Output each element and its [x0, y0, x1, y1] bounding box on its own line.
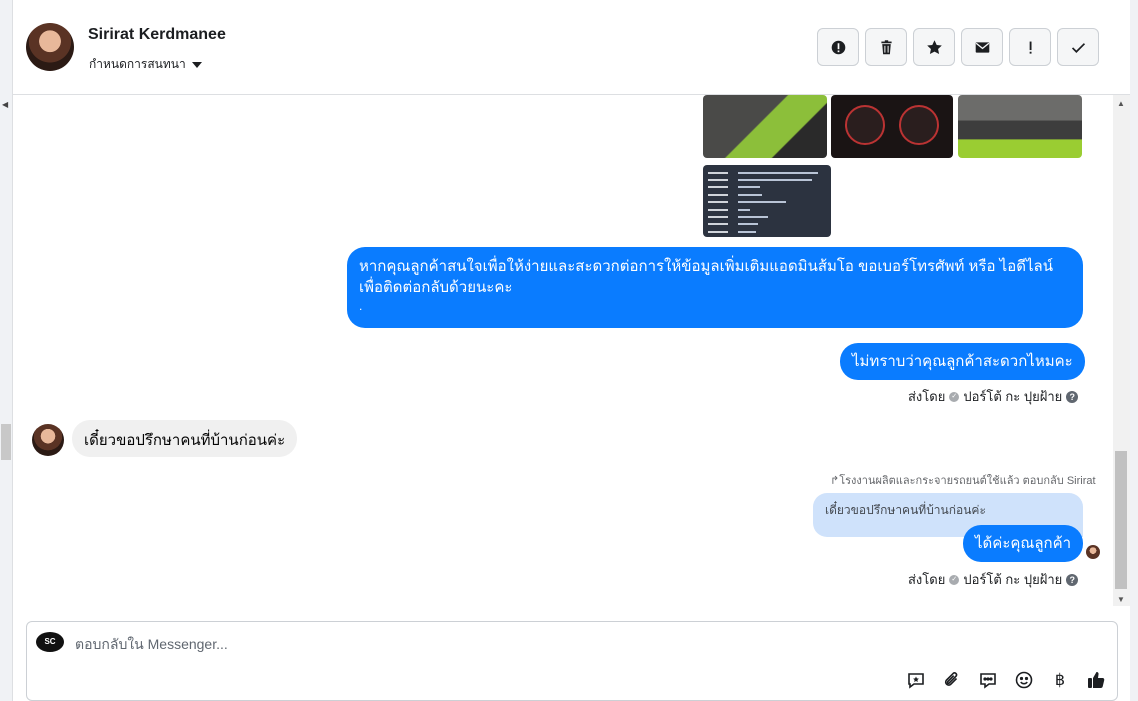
mark-done-button[interactable]: [1057, 28, 1099, 66]
left-scroll-thumb[interactable]: [1, 424, 11, 460]
scroll-left-arrow-icon[interactable]: ◀: [2, 100, 8, 109]
right-edge: [1130, 0, 1138, 701]
scroll-up-arrow-icon[interactable]: ▲: [1117, 99, 1125, 108]
assign-label: กำหนดการสนทนา: [89, 57, 186, 71]
delete-button[interactable]: [865, 28, 907, 66]
sent-check-icon: ✓: [949, 391, 960, 402]
envelope-icon: [975, 41, 989, 53]
engine-photo[interactable]: [958, 95, 1082, 158]
gauge-left: [845, 105, 885, 145]
message-composer: SC ฿: [26, 621, 1118, 701]
page-logo: SC: [36, 632, 64, 652]
report-spam-button[interactable]: [817, 28, 859, 66]
message-text: .: [359, 299, 363, 313]
attach-button[interactable]: [941, 669, 963, 691]
reply-note: ↱โรงงานผลิตและกระจายรถยนต์ใช้แล้ว ตอบกลั…: [830, 475, 1096, 487]
incoming-message[interactable]: เดี๋ยวขอปรึกษาคนที่บ้านก่อนค่ะ: [72, 420, 298, 457]
star-icon: [926, 39, 942, 54]
saved-reply-icon: [908, 673, 924, 689]
sender-name: ปอร์โต้ กะ ปุยฝ้าย: [963, 389, 1063, 404]
reply-input[interactable]: [75, 633, 975, 655]
dashboard-photo[interactable]: [831, 95, 953, 158]
spec-sheet-photo[interactable]: [703, 165, 831, 237]
sent-by-status: ส่งโดย ✓ ปอร์โต้ กะ ปุยฝ้าย ?: [908, 386, 1079, 407]
help-icon[interactable]: ?: [1066, 390, 1079, 403]
outgoing-message[interactable]: ได้ค่ะคุณลูกค้า: [963, 525, 1084, 562]
payment-button[interactable]: ฿: [1049, 669, 1071, 691]
checkmark-icon: [1071, 42, 1085, 53]
contact-name[interactable]: Sirirat Kerdmanee: [88, 26, 226, 44]
exclamation-icon: [1029, 41, 1032, 54]
scroll-down-arrow-icon[interactable]: ▼: [1117, 595, 1125, 604]
sent-by-status: ส่งโดย ✓ ปอร์โต้ กะ ปุยฝ้าย ?: [908, 569, 1079, 590]
thread-scroll-thumb[interactable]: [1115, 451, 1127, 589]
sent-check-icon: ✓: [949, 574, 960, 585]
emoji-button[interactable]: [1013, 669, 1035, 691]
composer-tools: ฿: [905, 669, 1107, 691]
star-button[interactable]: [913, 28, 955, 66]
header-actions: [817, 28, 1099, 66]
thread-scrollbar[interactable]: ▲ ▼: [1113, 95, 1130, 606]
message-thread[interactable]: หากคุณลูกค้าสนใจเพื่อให้ง่ายและสะดวกต่อก…: [13, 95, 1113, 606]
car-door-photo[interactable]: [703, 95, 827, 158]
chevron-down-icon: [191, 61, 202, 68]
trash-icon: [880, 39, 892, 54]
like-button[interactable]: [1085, 669, 1107, 691]
left-scrollbar[interactable]: ◀: [0, 0, 13, 701]
baht-icon: ฿: [1054, 672, 1066, 689]
gauge-right: [899, 105, 939, 145]
help-icon[interactable]: ?: [1066, 573, 1079, 586]
message-text: หากคุณลูกค้าสนใจเพื่อให้ง่ายและสะดวกต่อก…: [359, 258, 1053, 275]
conversation-header: Sirirat Kerdmanee กำหนดการสนทนา: [13, 0, 1130, 95]
outgoing-message[interactable]: หากคุณลูกค้าสนใจเพื่อให้ง่ายและสะดวกต่อก…: [347, 247, 1083, 328]
mark-unread-button[interactable]: [961, 28, 1003, 66]
like-icon: [1088, 672, 1105, 688]
emoji-icon: [1015, 671, 1033, 689]
inbox-window: ◀ Sirirat Kerdmanee กำหนดการสนทนา หากคุณ…: [0, 0, 1138, 701]
alert-circle-icon: [831, 40, 845, 54]
message-text: เพื่อติดต่อกลับด้วยนะคะ: [359, 279, 513, 296]
chat-button[interactable]: [977, 669, 999, 691]
follow-up-button[interactable]: [1009, 28, 1051, 66]
sent-by-label: ส่งโดย: [908, 572, 946, 587]
chat-bubble-icon: [980, 673, 996, 689]
contact-avatar-small[interactable]: [32, 424, 64, 456]
sender-name: ปอร์โต้ กะ ปุยฝ้าย: [963, 572, 1063, 587]
sent-by-label: ส่งโดย: [908, 389, 946, 404]
outgoing-message[interactable]: ไม่ทราบว่าคุณลูกค้าสะดวกไหมคะ: [840, 343, 1085, 380]
seen-avatar: [1086, 545, 1100, 559]
saved-reply-button[interactable]: [905, 669, 927, 691]
reply-note-text: โรงงานผลิตและกระจายรถยนต์ใช้แล้ว ตอบกลับ…: [839, 475, 1096, 487]
contact-avatar[interactable]: [26, 23, 74, 71]
assign-conversation-dropdown[interactable]: กำหนดการสนทนา: [89, 55, 202, 74]
attachment-icon: [944, 672, 958, 686]
